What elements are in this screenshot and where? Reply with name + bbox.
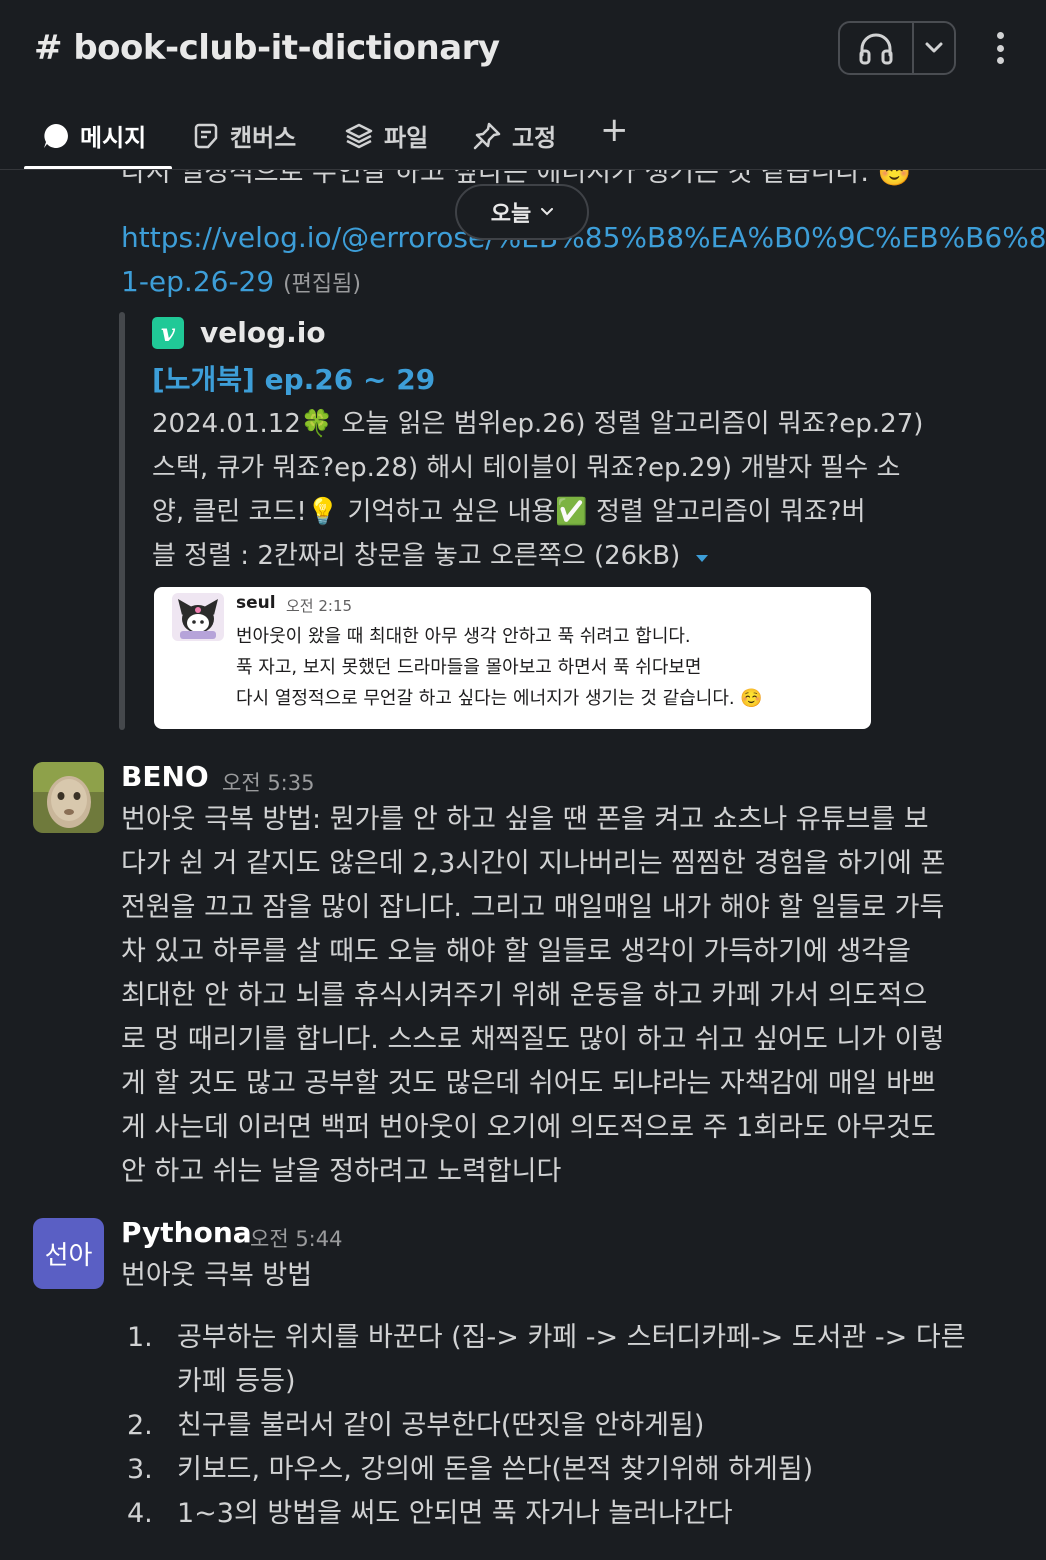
avatar-pythona[interactable]: 선아 [33, 1218, 104, 1289]
unfurl-title-link[interactable]: [노개북] ep.26 ~ 29 [152, 358, 435, 398]
message-line: 게 할 것도 많고 공부할 것도 많은데 쉬어도 되냐라는 자책감에 매일 바쁘 [121, 1068, 936, 1099]
unfurl-desc-line-last: 블 정렬 : 2칸짜리 창문을 놓고 오른쪽으 (26kB) [152, 534, 1002, 578]
list-item-text: 공부하는 위치를 바꾼다 (집-> 카페 -> 스터디카페-> 도서관 -> 다… [177, 1322, 966, 1353]
edited-label: (편집됨) [283, 272, 361, 297]
unfurl-desc-line: 양, 클린 코드!💡 기억하고 싶은 내용✅ 정렬 알고리즘이 뭐죠?버 [152, 497, 866, 527]
message-line: 번아웃 극복 방법: 뭔가를 안 하고 싶을 땐 폰을 켜고 쇼츠나 유튜브를 … [121, 804, 929, 835]
canvas-icon [194, 123, 218, 148]
list-item-text: 친구를 불러서 같이 공부한다(딴짓을 안하게됨) [177, 1410, 705, 1441]
list-item: 3. 키보드, 마우스, 강의에 돈을 쓴다(본적 찾기위해 하게됨) [121, 1448, 1021, 1492]
header-divider [0, 169, 1046, 170]
velog-logo-icon: v [152, 316, 184, 349]
message-line: 전원을 끄고 잠을 많이 잡니다. 그리고 매일매일 내가 해야 할 일들로 가… [121, 892, 945, 923]
author-name[interactable]: Pythona [121, 1216, 252, 1249]
date-divider-pill[interactable]: 오늘 [455, 184, 589, 240]
date-label: 오늘 [490, 202, 532, 227]
message-bubble-icon [44, 123, 68, 148]
tab-label: 메시지 [80, 124, 147, 152]
list-item-text: 1~3의 방법을 써도 안되면 푹 자거나 놀러나간다 [177, 1498, 733, 1529]
channel-tabs: 메시지 캔버스 파일 고정 + [0, 108, 1046, 170]
message-intro: 번아웃 극복 방법 [121, 1254, 1021, 1298]
channel-header: # book-club-it-dictionary 메시지 캔버스 파일 고정 … [0, 0, 1046, 170]
tab-files[interactable]: 파일 [344, 118, 428, 153]
preview-line: 다시 열정적으로 무언갈 하고 싶다는 에너지가 생기는 것 같습니다. ☺️ [236, 688, 763, 709]
message-text: 번아웃 극복 방법: 뭔가를 안 하고 싶을 땐 폰을 켜고 쇼츠나 유튜브를 … [121, 798, 1021, 1194]
caret-down-icon[interactable] [695, 554, 709, 564]
list-number: 3. [127, 1454, 153, 1485]
message-timestamp[interactable]: 오전 5:44 [250, 1223, 342, 1253]
preview-line: 푹 자고, 보지 못했던 드라마들을 몰아보고 하면서 푹 쉬다보면 [236, 657, 702, 678]
huddle-button[interactable] [840, 23, 914, 73]
list-item-text: 키보드, 마우스, 강의에 돈을 쓴다(본적 찾기위해 하게됨) [177, 1454, 814, 1485]
kebab-dot-icon [996, 57, 1004, 64]
tab-label: 고정 [512, 124, 557, 152]
unfurl-preview-image[interactable]: seul 오전 2:15 번아웃이 왔을 때 최대한 아무 생각 안하고 푹 쉬… [154, 587, 871, 729]
unfurl-site: v velog.io [152, 316, 326, 349]
unfurl-desc-line: 2024.01.12🍀 오늘 읽은 범위ep.26) 정렬 알고리즘이 뭐죠?e… [152, 409, 924, 439]
preview-timestamp: 오전 2:15 [286, 597, 353, 615]
link-line: 1-ep.26-29 [121, 265, 275, 298]
chevron-down-icon [541, 208, 554, 216]
unfurl-quote-bar [119, 312, 125, 730]
layers-icon [345, 123, 373, 148]
message-line: 다가 쉰 거 같지도 않은데 2,3시간이 지나버리는 찜찜한 경험을 하기에 … [121, 848, 946, 879]
numbered-list: 1. 공부하는 위치를 바꾼다 (집-> 카페 -> 스터디카페-> 도서관 -… [121, 1316, 1021, 1536]
channel-title[interactable]: # book-club-it-dictionary [34, 28, 500, 68]
unfurl-site-name: velog.io [200, 316, 326, 349]
chevron-down-icon [925, 42, 943, 53]
preview-line: 번아웃이 왔을 때 최대한 아무 생각 안하고 푹 쉬려고 합니다. [236, 626, 691, 647]
message-line: 최대한 안 하고 뇌를 휴식시켜주기 위해 운동을 하고 카페 가서 의도적으 [121, 980, 928, 1011]
avatar-beno[interactable] [33, 762, 104, 833]
pin-icon [473, 122, 501, 149]
message-line: 안 하고 쉬는 날을 정하려고 노력합니다 [121, 1156, 562, 1187]
message-line: 차 있고 하루를 살 때도 오늘 해야 할 일들로 생각이 가득하기에 생각을 [121, 936, 911, 967]
message-timestamp[interactable]: 오전 5:35 [222, 767, 314, 797]
unfurl-desc-line: 스택, 큐가 뭐죠?ep.28) 해시 테이블이 뭐죠?ep.29) 개발자 필… [152, 453, 901, 483]
unfurl-desc-text: 블 정렬 : 2칸짜리 창문을 놓고 오른쪽으 (26kB) [152, 541, 681, 571]
kebab-dot-icon [996, 32, 1004, 39]
list-item-text: 카페 등등) [177, 1366, 296, 1397]
preview-author-name: seul [236, 593, 276, 613]
list-item: 4. 1~3의 방법을 써도 안되면 푹 자거나 놀러나간다 [121, 1492, 1021, 1536]
list-item: 2. 친구를 불러서 같이 공부한다(딴짓을 안하게됨) [121, 1404, 1021, 1448]
preview-message-text: 번아웃이 왔을 때 최대한 아무 생각 안하고 푹 쉬려고 합니다. 푹 자고,… [236, 621, 763, 714]
list-number: 2. [127, 1410, 153, 1441]
add-tab-button[interactable]: + [600, 110, 629, 150]
tab-label: 캔버스 [230, 124, 297, 152]
kebab-dot-icon [996, 44, 1004, 52]
huddle-button-group [838, 21, 956, 75]
list-item: 1. 공부하는 위치를 바꾼다 (집-> 카페 -> 스터디카페-> 도서관 -… [121, 1316, 1021, 1404]
more-options-button[interactable] [986, 28, 1014, 68]
message-line: 로 멍 때리기를 합니다. 스스로 채찍질도 많이 하고 쉬고 싶어도 니가 이… [121, 1024, 945, 1055]
author-name[interactable]: BENO [121, 760, 209, 793]
tab-canvas[interactable]: 캔버스 [192, 118, 296, 153]
tab-messages[interactable]: 메시지 [42, 118, 146, 153]
list-number: 1. [127, 1322, 153, 1353]
kuromi-avatar [172, 593, 224, 641]
list-number: 4. [127, 1498, 153, 1529]
headphones-icon [859, 33, 893, 65]
tab-label: 파일 [384, 124, 429, 152]
huddle-options-button[interactable] [914, 23, 954, 73]
message-line: 게 사는데 이러면 백퍼 번아웃이 오기에 의도적으로 주 1회라도 아무것도 [121, 1112, 936, 1143]
tab-pinned[interactable]: 고정 [472, 118, 556, 153]
message-line: 번아웃 극복 방법 [121, 1260, 313, 1291]
unfurl-description: 2024.01.12🍀 오늘 읽은 범위ep.26) 정렬 알고리즘이 뭐죠?e… [152, 402, 1002, 578]
